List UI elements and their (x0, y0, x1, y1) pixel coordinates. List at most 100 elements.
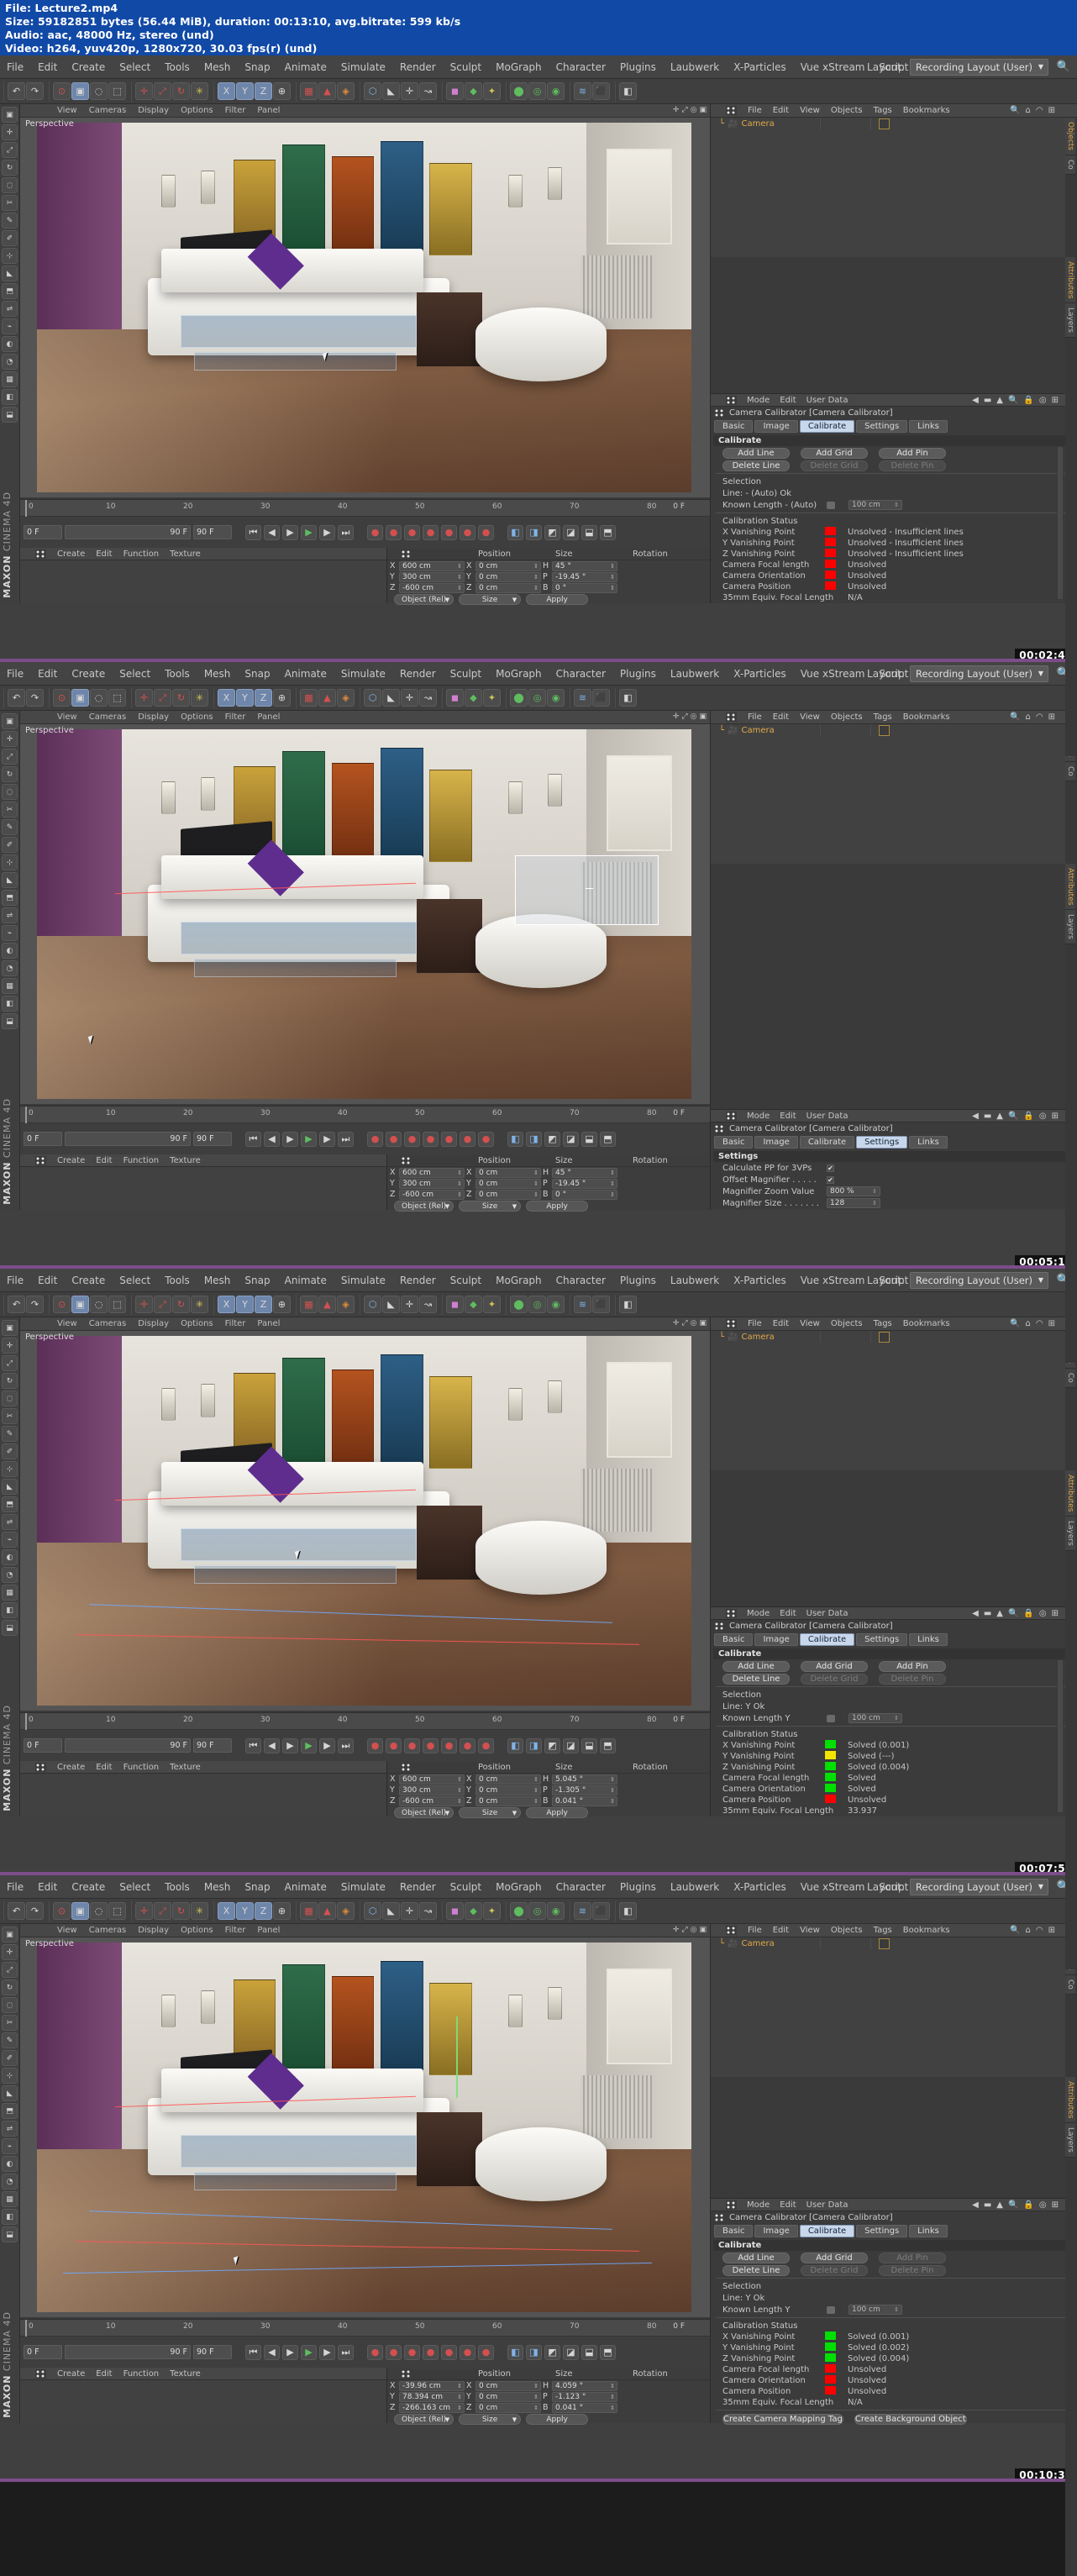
tab-image[interactable]: Image (754, 1633, 798, 1646)
chevron-down-icon-2[interactable]: ▼ (512, 597, 517, 603)
brush-rail-icon[interactable]: ✎ (2, 819, 18, 835)
tab-basic[interactable]: Basic (714, 1633, 754, 1646)
object-menu-edit[interactable]: Edit (773, 106, 789, 115)
known-length-field[interactable]: 100 cm ⇕ (848, 2305, 902, 2315)
record-button[interactable]: ● (367, 1737, 383, 1753)
tab-links[interactable]: Links (909, 420, 948, 433)
move-rail-icon[interactable]: ✛ (2, 1338, 18, 1354)
step-back-button[interactable]: ◀ (264, 1131, 280, 1147)
auto-key-mode-button[interactable]: ◨ (526, 524, 542, 540)
mograph-button[interactable]: ⬤ (510, 82, 528, 100)
chevron-down-icon[interactable]: ▼ (1038, 63, 1043, 71)
menu-file[interactable]: File (7, 668, 24, 680)
up-icon[interactable]: ▲ (996, 1609, 1003, 1618)
object-menu-edit[interactable]: Edit (773, 1319, 789, 1328)
key-position-button[interactable]: ● (404, 1737, 420, 1753)
coordinate-rotation-field[interactable]: 0.041 ° ⇕ (552, 2402, 617, 2413)
add-line-button[interactable]: Add Line (722, 448, 790, 459)
paint-rail-icon[interactable]: ◔ (2, 960, 18, 976)
coordinate-mode-button[interactable]: Object (Rel) ▼ (394, 2414, 454, 2425)
menu-animate[interactable]: Animate (285, 61, 327, 73)
expand-icon[interactable]: ⊞ (1052, 2200, 1059, 2210)
menu-edit[interactable]: Edit (38, 1881, 57, 1893)
render-view-button[interactable]: ▦ (300, 1296, 318, 1313)
attributes-menu-mode[interactable]: Mode (747, 396, 770, 405)
polygon-pen-rail-icon[interactable]: ✐ (2, 837, 18, 853)
camera-calibrator-tag-icon[interactable] (879, 118, 890, 129)
menu-edit[interactable]: Edit (38, 1275, 57, 1286)
menu-plugins[interactable]: Plugins (620, 1881, 656, 1893)
frame-mid-field[interactable]: 90 F (65, 1738, 191, 1753)
scale-tool-button[interactable]: ⤢ (154, 689, 171, 707)
expand-icon-2[interactable]: ⊞ (1048, 712, 1055, 722)
search-icon[interactable]: 🔍 (1057, 60, 1070, 73)
uv-rail-icon[interactable]: ▦ (2, 2191, 18, 2207)
emitter-button[interactable]: ⬛ (592, 82, 610, 100)
stepper-icon[interactable]: ⇕ (533, 1170, 538, 1176)
expand-icon-2[interactable]: ⊞ (1048, 106, 1055, 115)
viewport-menu-cameras[interactable]: Cameras (89, 1926, 126, 1935)
effector-button[interactable]: ◉ (547, 1296, 565, 1313)
coordinate-position-field[interactable]: 300 cm ⇕ (399, 571, 465, 582)
key-rotation-button[interactable]: ● (441, 1131, 457, 1147)
render-region-button[interactable]: ▲ (318, 82, 336, 100)
rotate-tool-button[interactable]: ↻ (172, 1296, 190, 1313)
move-rail-icon[interactable]: ✛ (2, 1944, 18, 1960)
viewport-menu-filter[interactable]: Filter (225, 106, 246, 115)
known-length-toggle[interactable] (827, 1714, 835, 1722)
object-menu-bookmarks[interactable]: Bookmarks (903, 712, 950, 722)
coordinate-position-field[interactable]: -600 cm ⇕ (399, 1189, 465, 1200)
frame-start-field[interactable]: 0 F (24, 1132, 62, 1146)
menu-sculpt[interactable]: Sculpt (450, 1881, 481, 1893)
stepper-icon[interactable]: ⇕ (533, 574, 538, 581)
scale-rail-icon[interactable]: ⤢ (2, 1962, 18, 1978)
environment-button[interactable]: ◆ (465, 82, 482, 100)
tab-image[interactable]: Image (754, 1136, 798, 1149)
layout-select[interactable]: Recording Layout (User) ▼ (909, 58, 1048, 76)
menu-x-particles[interactable]: X-Particles (733, 1275, 786, 1286)
magnet-rail-icon[interactable]: ◌ (2, 1391, 18, 1406)
live-selection-rail-icon[interactable]: ▣ (2, 1320, 18, 1336)
timeline-playhead[interactable] (25, 500, 27, 517)
paint-rail-icon[interactable]: ◔ (2, 354, 18, 370)
chevron-down-icon-2[interactable]: ▼ (512, 2416, 517, 2423)
attr-side-tab-attributes[interactable]: Attributes (1065, 1470, 1075, 1517)
spline-object-button[interactable]: ◣ (382, 689, 400, 707)
chevron-down-icon[interactable]: ▼ (445, 597, 449, 603)
key-rotation-button[interactable]: ● (441, 1737, 457, 1753)
stepper-icon[interactable]: ⇕ (610, 1798, 615, 1805)
scale-tool-button[interactable]: ⤢ (154, 82, 171, 100)
tab-basic[interactable]: Basic (714, 1136, 754, 1149)
target-icon[interactable]: ◎ (1039, 1609, 1047, 1618)
snap-button[interactable]: ◧ (619, 689, 637, 707)
attr-side-tab-layers[interactable]: Layers (1065, 2123, 1075, 2158)
goto-end-button[interactable]: ⏭ (338, 524, 354, 540)
menu-snap[interactable]: Snap (244, 1275, 270, 1286)
spline-object-button[interactable]: ◣ (382, 82, 400, 100)
home-icon[interactable]: ⌂ (1026, 106, 1031, 115)
viewport-menu-filter[interactable]: Filter (225, 1926, 246, 1935)
coordinate-rotation-field[interactable]: -19.45 ° ⇕ (552, 571, 617, 582)
workplane-rail-icon[interactable]: ⬓ (2, 1013, 18, 1029)
stepper-icon[interactable]: ⇕ (533, 563, 538, 570)
paint-rail-icon[interactable]: ◔ (2, 1567, 18, 1583)
render-region-button[interactable]: ▲ (318, 1902, 336, 1920)
stepper-icon[interactable]: ⇕ (610, 1776, 615, 1783)
z-axis-button[interactable]: Z (255, 82, 272, 100)
known-length-toggle[interactable] (827, 2305, 835, 2314)
object-menu-file[interactable]: File (748, 1319, 762, 1328)
menu-sculpt[interactable]: Sculpt (450, 668, 481, 680)
render-region-button[interactable]: ▲ (318, 689, 336, 707)
tab-basic[interactable]: Basic (714, 2225, 754, 2237)
coordinate-position-field[interactable]: 600 cm ⇕ (399, 1167, 465, 1178)
paint-rail-icon[interactable]: ◔ (2, 2174, 18, 2190)
play-button[interactable]: ▶ (301, 1131, 317, 1147)
add-grid-button[interactable]: Add Grid (801, 2253, 868, 2263)
add-line-button[interactable]: Add Line (722, 1661, 790, 1672)
frame-start-field[interactable]: 0 F (24, 1738, 62, 1753)
viewport-menu-view[interactable]: View (57, 712, 77, 722)
key-param-button[interactable]: ● (460, 524, 475, 540)
auto-key-mode-button[interactable]: ◨ (526, 1737, 542, 1753)
frame-mid-field[interactable]: 90 F (65, 1132, 191, 1146)
menu-laubwerk[interactable]: Laubwerk (670, 61, 719, 73)
